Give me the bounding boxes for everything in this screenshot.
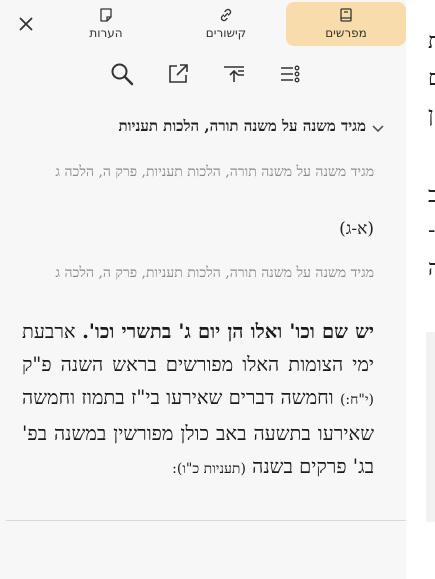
commentary-text: יש שם וכו' ואלו הן יום ג' בתשרי וכו'. אר… (22, 315, 374, 486)
reference-citation[interactable]: מגיד משנה על משנה תורה, הלכות תעניות, פר… (22, 261, 374, 285)
book-icon (340, 8, 352, 22)
external-link-icon (169, 64, 188, 83)
close-icon (19, 17, 33, 31)
sort-icon (224, 66, 244, 82)
reference-number: (א-ג) (339, 219, 374, 239)
link-icon (220, 8, 232, 22)
tab-links-label: קישורים (205, 26, 247, 40)
search-button[interactable] (108, 60, 136, 88)
chevron-down-icon[interactable] (370, 120, 386, 136)
tab-commentaries[interactable]: מפרשים (286, 2, 406, 46)
source-citation: (י"ח:) (339, 392, 374, 408)
sort-button[interactable] (220, 60, 248, 88)
source-citation: (תעניות כ"ו): (172, 461, 246, 477)
close-button[interactable] (14, 12, 38, 36)
section-title: מגיד משנה על משנה תורה, הלכות תעניות (118, 117, 366, 135)
section-header[interactable]: מגיד משנה על משנה תורה, הלכות תעניות (0, 112, 406, 142)
dibur-hamatchil: יש שם וכו' ואלו הן יום ג' בתשרי וכו'. (82, 320, 374, 343)
list-icon (281, 65, 300, 83)
tab-notes[interactable]: הערות (76, 2, 136, 46)
tab-commentaries-label: מפרשים (325, 26, 367, 40)
divider (6, 520, 406, 521)
open-external-button[interactable] (164, 60, 192, 88)
tab-links[interactable]: קישורים (196, 2, 256, 46)
tab-notes-label: הערות (89, 26, 123, 40)
search-icon (111, 63, 134, 86)
main-text-edge: ת ם ן ב - ה (406, 0, 435, 579)
list-view-button[interactable] (276, 60, 304, 88)
note-icon (100, 8, 112, 22)
reference-citation[interactable]: מגיד משנה על משנה תורה, הלכות תעניות, פר… (22, 160, 374, 184)
commentary-panel: הערות קישורים מפרשים מגיד משנה על משנה ת… (0, 0, 406, 579)
